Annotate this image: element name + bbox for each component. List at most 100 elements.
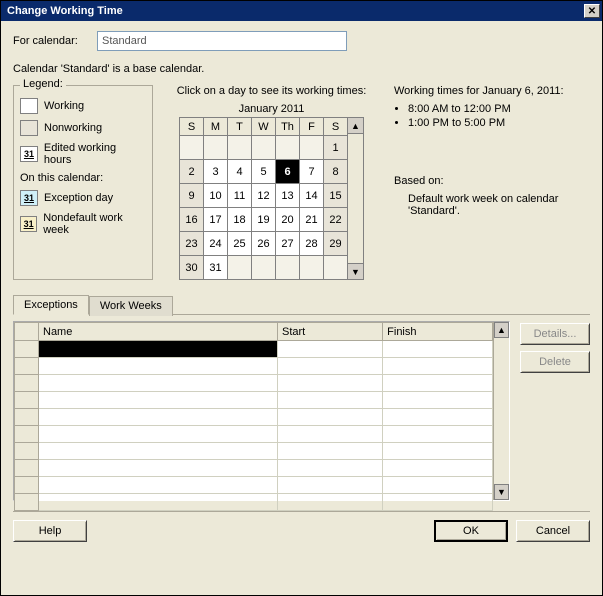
- cell-finish[interactable]: [383, 358, 493, 375]
- close-icon: ✕: [588, 6, 596, 17]
- table-row[interactable]: [15, 443, 493, 460]
- cell-finish[interactable]: [383, 477, 493, 494]
- cell-start[interactable]: [278, 460, 383, 477]
- cell-name[interactable]: [39, 443, 278, 460]
- col-name[interactable]: Name: [39, 323, 278, 341]
- calendar-scrollbar[interactable]: ▲ ▼: [348, 117, 364, 280]
- cell-finish[interactable]: [383, 375, 493, 392]
- table-row[interactable]: [15, 409, 493, 426]
- day-cell[interactable]: 13: [276, 184, 300, 208]
- cell-start[interactable]: [278, 494, 383, 511]
- day-cell[interactable]: 29: [324, 232, 348, 256]
- cell-start[interactable]: [278, 392, 383, 409]
- base-calendar-note: Calendar 'Standard' is a base calendar.: [13, 63, 590, 75]
- cell-start[interactable]: [278, 341, 383, 358]
- cell-start[interactable]: [278, 443, 383, 460]
- window-title: Change Working Time: [7, 5, 584, 17]
- col-start[interactable]: Start: [278, 323, 383, 341]
- day-cell[interactable]: 30: [180, 256, 204, 280]
- table-scroll-down-icon[interactable]: ▼: [494, 484, 509, 500]
- nonworking-swatch-icon: [20, 120, 38, 136]
- day-cell[interactable]: 26: [252, 232, 276, 256]
- day-cell[interactable]: 12: [252, 184, 276, 208]
- table-row[interactable]: [15, 392, 493, 409]
- day-cell[interactable]: 15: [324, 184, 348, 208]
- day-cell[interactable]: 19: [252, 208, 276, 232]
- day-cell[interactable]: 1: [324, 136, 348, 160]
- day-cell[interactable]: 23: [180, 232, 204, 256]
- cell-name[interactable]: [39, 375, 278, 392]
- cell-finish[interactable]: [383, 426, 493, 443]
- cell-name[interactable]: [39, 409, 278, 426]
- row-header: [15, 426, 39, 443]
- day-cell[interactable]: 21: [300, 208, 324, 232]
- day-cell[interactable]: 11: [228, 184, 252, 208]
- cell-name[interactable]: [39, 477, 278, 494]
- cell-finish[interactable]: [383, 392, 493, 409]
- exceptions-table-wrap: Name Start Finish ▲ ▼: [13, 321, 510, 501]
- day-cell[interactable]: 27: [276, 232, 300, 256]
- day-cell[interactable]: 17: [204, 208, 228, 232]
- empty-cell: [252, 136, 276, 160]
- day-cell[interactable]: 25: [228, 232, 252, 256]
- help-button[interactable]: Help: [13, 520, 87, 542]
- cell-start[interactable]: [278, 477, 383, 494]
- tab-strip: Exceptions Work Weeks: [13, 294, 590, 315]
- cell-finish[interactable]: [383, 341, 493, 358]
- cell-finish[interactable]: [383, 443, 493, 460]
- day-cell[interactable]: 18: [228, 208, 252, 232]
- day-cell[interactable]: 6: [276, 160, 300, 184]
- cell-name[interactable]: [39, 426, 278, 443]
- scroll-up-icon[interactable]: ▲: [348, 118, 363, 134]
- cell-name[interactable]: [39, 392, 278, 409]
- day-cell[interactable]: 22: [324, 208, 348, 232]
- scroll-down-icon[interactable]: ▼: [348, 263, 363, 279]
- cell-finish[interactable]: [383, 460, 493, 477]
- exceptions-table[interactable]: Name Start Finish: [14, 322, 493, 511]
- cell-start[interactable]: [278, 358, 383, 375]
- cell-finish[interactable]: [383, 494, 493, 511]
- table-row[interactable]: [15, 460, 493, 477]
- cell-start[interactable]: [278, 409, 383, 426]
- table-row[interactable]: [15, 494, 493, 511]
- day-cell[interactable]: 24: [204, 232, 228, 256]
- cancel-button[interactable]: Cancel: [516, 520, 590, 542]
- calendar-select[interactable]: Standard: [97, 31, 347, 51]
- day-cell[interactable]: 20: [276, 208, 300, 232]
- delete-button[interactable]: Delete: [520, 351, 590, 373]
- day-cell[interactable]: 10: [204, 184, 228, 208]
- day-cell[interactable]: 16: [180, 208, 204, 232]
- tab-workweeks[interactable]: Work Weeks: [89, 296, 173, 316]
- day-cell[interactable]: 8: [324, 160, 348, 184]
- cell-name[interactable]: [39, 358, 278, 375]
- empty-cell: [276, 256, 300, 280]
- table-scrollbar[interactable]: ▲ ▼: [493, 322, 509, 500]
- day-cell[interactable]: 2: [180, 160, 204, 184]
- dow-header: S: [324, 118, 348, 136]
- day-cell[interactable]: 9: [180, 184, 204, 208]
- day-cell[interactable]: 14: [300, 184, 324, 208]
- table-row[interactable]: [15, 375, 493, 392]
- cell-name[interactable]: [39, 460, 278, 477]
- day-cell[interactable]: 7: [300, 160, 324, 184]
- table-row[interactable]: [15, 358, 493, 375]
- table-row[interactable]: [15, 341, 493, 358]
- cell-name[interactable]: [39, 494, 278, 511]
- close-button[interactable]: ✕: [584, 4, 600, 18]
- day-cell[interactable]: 4: [228, 160, 252, 184]
- table-scroll-up-icon[interactable]: ▲: [494, 322, 509, 338]
- day-cell[interactable]: 3: [204, 160, 228, 184]
- cell-start[interactable]: [278, 375, 383, 392]
- day-cell[interactable]: 31: [204, 256, 228, 280]
- day-cell[interactable]: 5: [252, 160, 276, 184]
- details-button[interactable]: Details...: [520, 323, 590, 345]
- table-row[interactable]: [15, 477, 493, 494]
- col-finish[interactable]: Finish: [383, 323, 493, 341]
- table-row[interactable]: [15, 426, 493, 443]
- cell-finish[interactable]: [383, 409, 493, 426]
- cell-start[interactable]: [278, 426, 383, 443]
- ok-button[interactable]: OK: [434, 520, 508, 542]
- cell-name[interactable]: [39, 341, 278, 358]
- day-cell[interactable]: 28: [300, 232, 324, 256]
- tab-exceptions[interactable]: Exceptions: [13, 295, 89, 315]
